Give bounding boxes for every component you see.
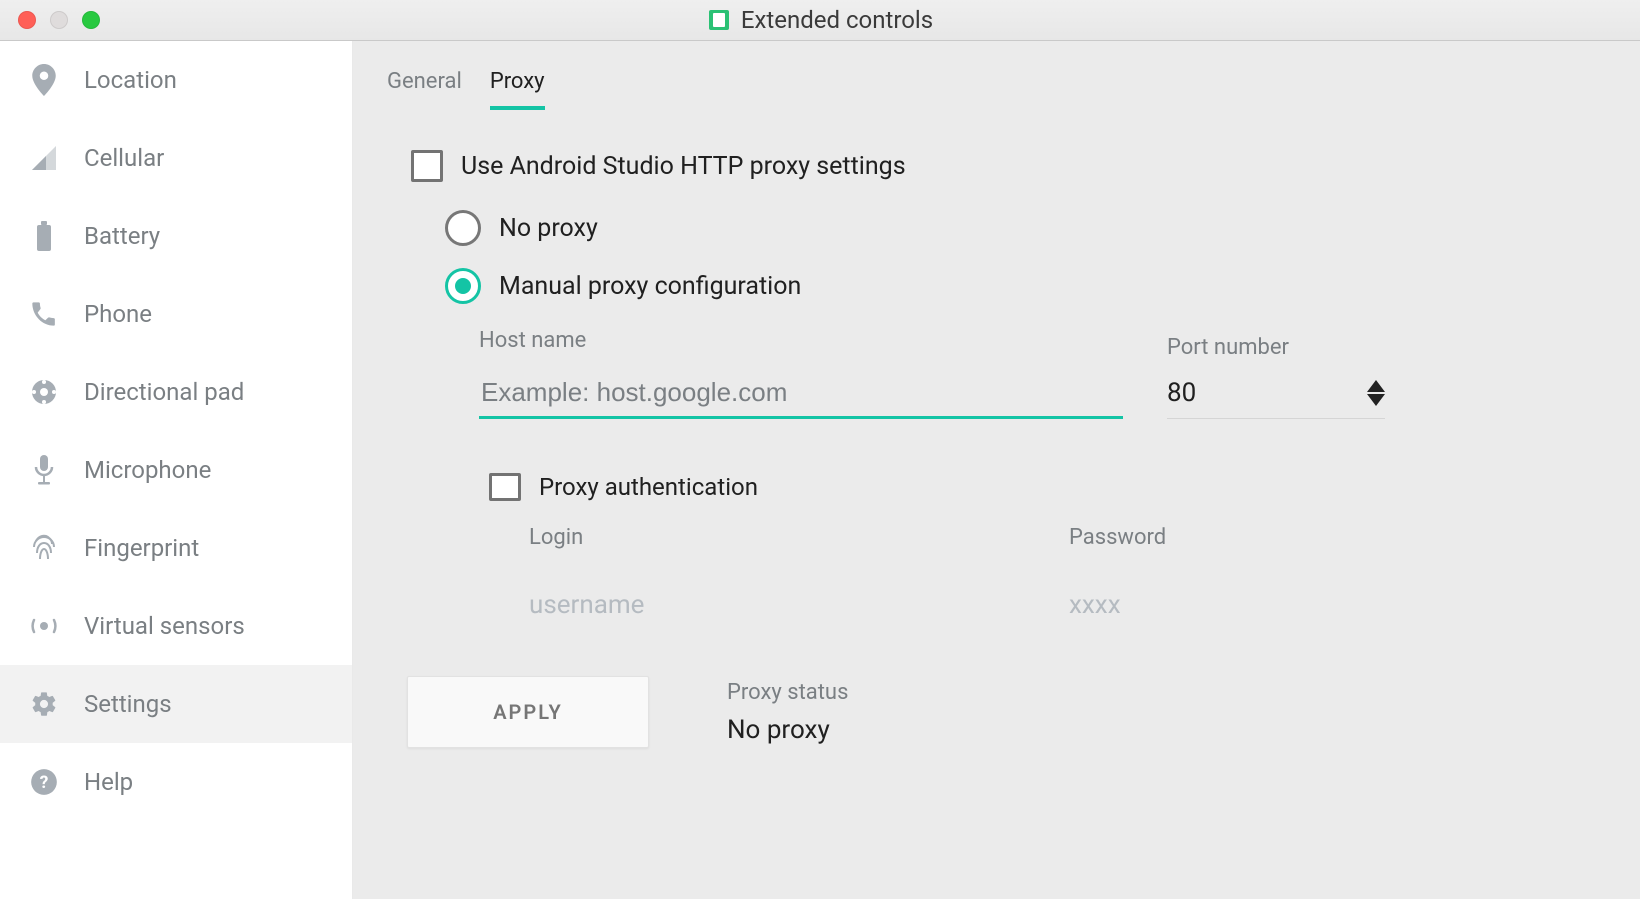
- minimize-window-button[interactable]: [50, 11, 68, 29]
- sidebar-item-label: Phone: [84, 300, 152, 328]
- sensors-icon: [28, 610, 60, 642]
- sidebar-item-label: Battery: [84, 222, 160, 250]
- sidebar-item-label: Help: [84, 768, 133, 796]
- gear-icon: [28, 688, 60, 720]
- radio-no-proxy-label: No proxy: [499, 214, 598, 243]
- apply-button[interactable]: APPLY: [407, 676, 649, 748]
- sidebar-item-microphone[interactable]: Microphone: [0, 431, 352, 509]
- dpad-icon: [28, 376, 60, 408]
- traffic-lights: [0, 11, 100, 29]
- sidebar-item-settings[interactable]: Settings: [0, 665, 352, 743]
- sidebar-item-label: Fingerprint: [84, 534, 199, 562]
- port-decrement-button[interactable]: [1367, 394, 1385, 406]
- location-pin-icon: [28, 64, 60, 96]
- battery-icon: [28, 220, 60, 252]
- sidebar-item-label: Cellular: [84, 144, 164, 172]
- use-studio-proxy-label: Use Android Studio HTTP proxy settings: [461, 152, 906, 181]
- close-window-button[interactable]: [18, 11, 36, 29]
- sidebar-item-virtual-sensors[interactable]: Virtual sensors: [0, 587, 352, 665]
- sidebar-item-help[interactable]: ? Help: [0, 743, 352, 821]
- fingerprint-icon: [28, 532, 60, 564]
- port-increment-button[interactable]: [1367, 380, 1385, 392]
- microphone-icon: [28, 454, 60, 486]
- window-titlebar: Extended controls: [0, 0, 1640, 41]
- use-studio-proxy-checkbox[interactable]: [411, 150, 443, 182]
- tabs: General Proxy: [387, 61, 1606, 108]
- sidebar-item-cellular[interactable]: Cellular: [0, 119, 352, 197]
- password-input[interactable]: xxxx: [1069, 590, 1489, 620]
- sidebar-item-label: Microphone: [84, 456, 211, 484]
- svg-text:?: ?: [40, 773, 49, 793]
- host-name-input[interactable]: [479, 371, 1123, 419]
- sidebar-item-label: Location: [84, 66, 177, 94]
- login-label: Login: [529, 525, 949, 550]
- sidebar-item-location[interactable]: Location: [0, 41, 352, 119]
- radio-no-proxy[interactable]: [445, 210, 481, 246]
- sidebar-item-battery[interactable]: Battery: [0, 197, 352, 275]
- proxy-auth-checkbox[interactable]: [489, 473, 521, 501]
- port-number-value: 80: [1167, 378, 1357, 408]
- sidebar: Location Cellular Battery Phone Directio: [0, 41, 353, 899]
- sidebar-item-label: Settings: [84, 690, 172, 718]
- host-name-label: Host name: [479, 328, 1123, 353]
- proxy-status-value: No proxy: [727, 715, 848, 745]
- sidebar-item-label: Virtual sensors: [84, 612, 245, 640]
- sidebar-item-phone[interactable]: Phone: [0, 275, 352, 353]
- radio-manual-proxy[interactable]: [445, 268, 481, 304]
- app-icon: [707, 8, 731, 32]
- help-icon: ?: [28, 766, 60, 798]
- port-number-input[interactable]: 80: [1167, 378, 1385, 419]
- phone-icon: [28, 298, 60, 330]
- login-input[interactable]: username: [529, 590, 949, 620]
- sidebar-item-label: Directional pad: [84, 378, 244, 406]
- signal-icon: [28, 142, 60, 174]
- radio-manual-proxy-label: Manual proxy configuration: [499, 272, 801, 301]
- tab-general[interactable]: General: [387, 61, 462, 108]
- port-number-label: Port number: [1167, 335, 1385, 360]
- sidebar-item-fingerprint[interactable]: Fingerprint: [0, 509, 352, 587]
- main-content: General Proxy Use Android Studio HTTP pr…: [353, 41, 1640, 899]
- port-spinner: [1367, 380, 1385, 406]
- proxy-auth-label: Proxy authentication: [539, 473, 758, 501]
- tab-proxy[interactable]: Proxy: [490, 61, 545, 108]
- sidebar-item-directional-pad[interactable]: Directional pad: [0, 353, 352, 431]
- proxy-status-label: Proxy status: [727, 680, 848, 705]
- password-label: Password: [1069, 525, 1489, 550]
- window-title: Extended controls: [741, 6, 933, 34]
- zoom-window-button[interactable]: [82, 11, 100, 29]
